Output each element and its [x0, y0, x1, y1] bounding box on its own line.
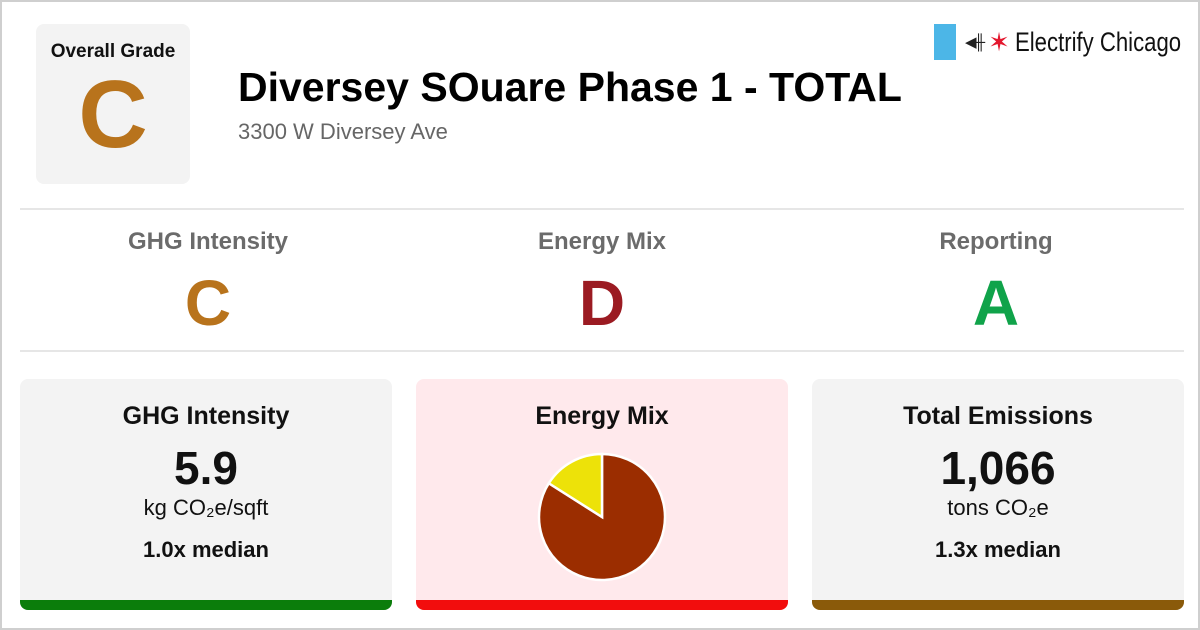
card-title: Energy Mix — [535, 402, 669, 430]
chicago-flag-stripe-icon — [934, 24, 956, 60]
ghg-intensity-grade: GHG Intensity C — [18, 228, 398, 338]
reporting-grade-label: Reporting — [939, 228, 1053, 255]
building-title: Diversey SOuare Phase 1 - TOTAL — [238, 64, 902, 110]
total-emissions-median: 1.3x median — [935, 537, 1061, 562]
ghg-intensity-unit: kg CO₂e/sqft — [143, 495, 269, 520]
ghg-intensity-median: 1.0x median — [143, 537, 269, 562]
card-title: GHG Intensity — [122, 402, 290, 430]
overall-grade-label: Overall Grade — [50, 41, 176, 62]
red-star-icon: ✶ — [988, 27, 1010, 57]
energy-mix-pie-svg — [537, 452, 667, 582]
overall-grade-box: Overall Grade C — [36, 24, 190, 184]
divider — [20, 208, 1184, 210]
ghg-intensity-grade-letter: C — [184, 267, 232, 339]
total-emissions-unit: tons CO₂e — [947, 495, 1049, 520]
status-bar — [416, 600, 788, 610]
ghg-intensity-card: GHG Intensity 5.9 kg CO₂e/sqft 1.0x medi… — [20, 379, 392, 610]
energy-mix-pie-chart — [536, 451, 668, 583]
electrify-chicago-logo[interactable]: ◀╫ ✶ Electrify Chicago — [934, 24, 1200, 60]
energy-mix-grade-letter: D — [578, 267, 626, 339]
status-bar — [812, 600, 1184, 610]
card-title: Total Emissions — [903, 402, 1093, 430]
total-emissions-value: 1,066 — [940, 442, 1056, 494]
energy-mix-card: Energy Mix — [416, 379, 788, 610]
reporting-grade-letter: A — [972, 267, 1020, 339]
reporting-grade: Reporting A — [806, 228, 1186, 338]
overall-grade-letter: C — [78, 61, 148, 168]
ghg-intensity-value: 5.9 — [174, 442, 238, 494]
energy-mix-grade-label: Energy Mix — [537, 228, 667, 255]
total-emissions-card: Total Emissions 1,066 tons CO₂e 1.3x med… — [812, 379, 1184, 610]
divider — [20, 350, 1184, 352]
ghg-intensity-grade-label: GHG Intensity — [127, 228, 289, 255]
electrify-chicago-building-card: Overall Grade C Diversey SOuare Phase 1 … — [0, 0, 1200, 630]
plug-icon: ◀╫ — [965, 34, 985, 51]
logo-text: Electrify Chicago — [1014, 26, 1182, 57]
status-bar — [20, 600, 392, 610]
building-address: 3300 W Diversey Ave — [238, 119, 448, 144]
energy-mix-grade: Energy Mix D — [412, 228, 792, 338]
